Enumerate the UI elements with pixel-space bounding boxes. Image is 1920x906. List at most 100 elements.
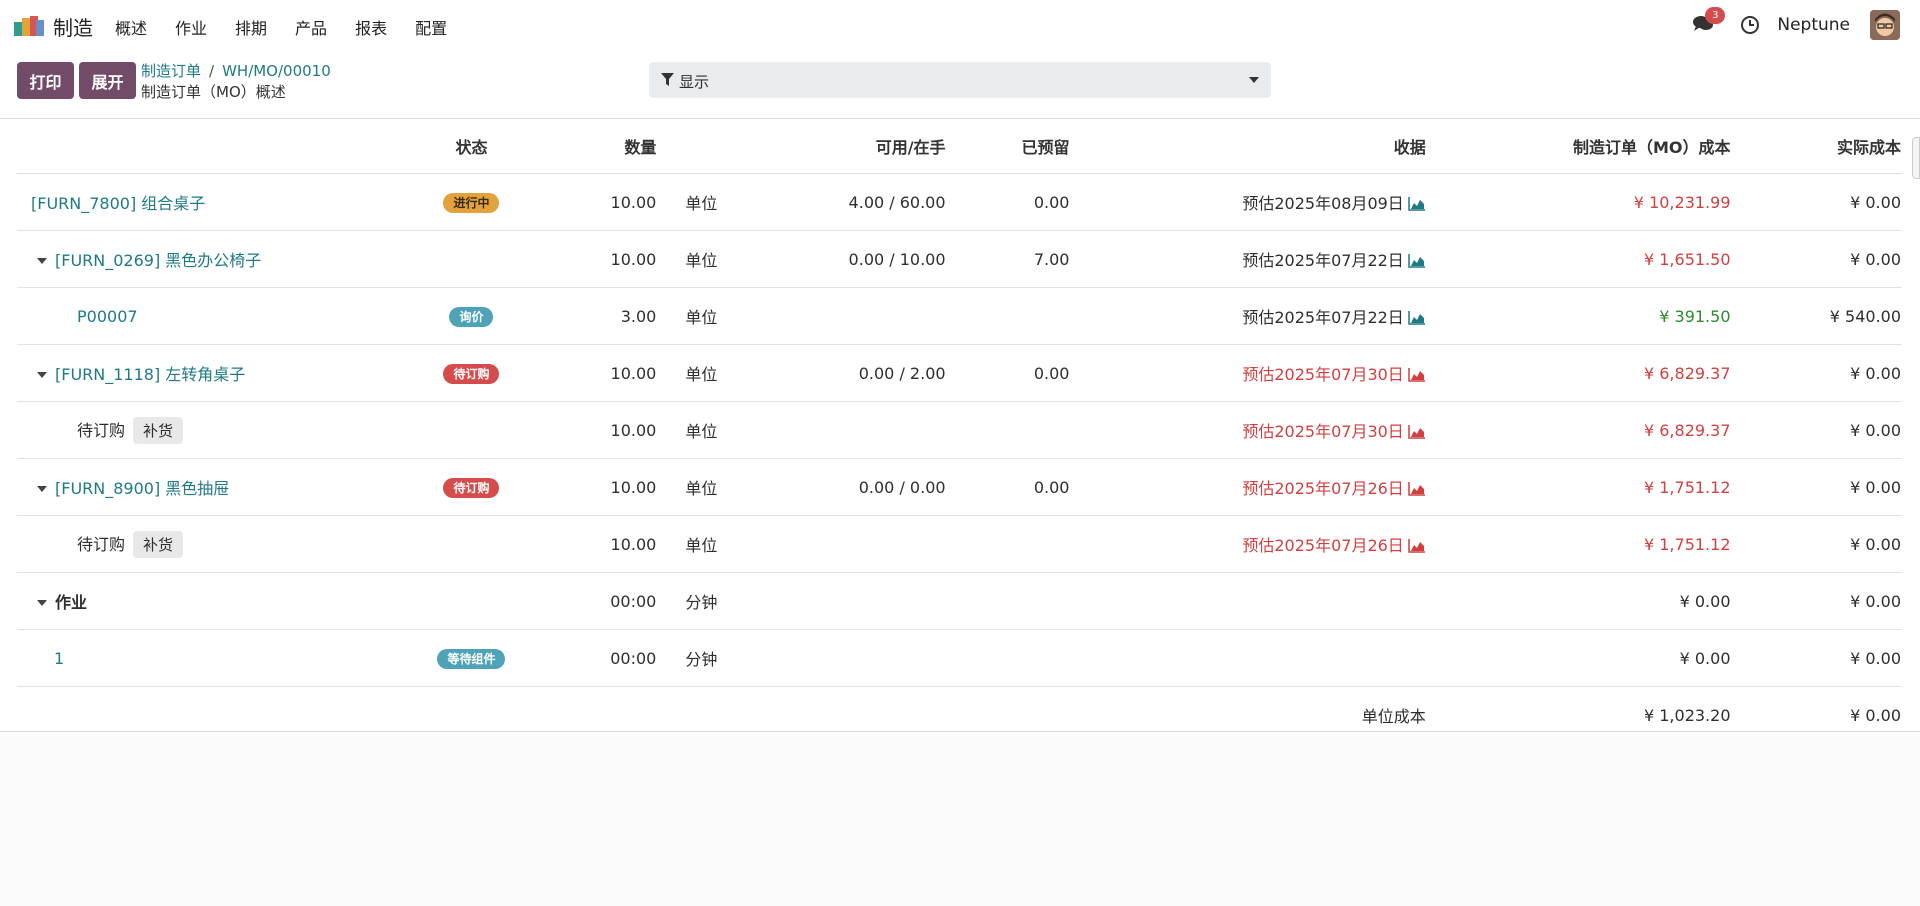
row-mo-cost: ¥ 1,751.12: [1426, 515, 1732, 573]
app-logo-icon[interactable]: [14, 14, 44, 36]
col-status: 状态: [409, 119, 534, 174]
table-row: 待订购 补货 10.00 单位 预估2025年07月26日 ¥ 1,751.12 …: [17, 515, 1902, 573]
row-available: 0.00 / 2.00: [739, 344, 947, 402]
row-mo-cost: ¥ 6,829.37: [1426, 401, 1732, 459]
table-row: 待订购 补货 10.00 单位 预估2025年07月30日 ¥ 6,829.37 …: [17, 401, 1902, 459]
menu-reporting[interactable]: 报表: [341, 15, 401, 39]
clock-icon[interactable]: [1740, 15, 1760, 35]
status-badge: 等待组件: [437, 648, 506, 669]
row-real-cost: ¥ 0.00: [1731, 344, 1902, 402]
menu-planning[interactable]: 排期: [221, 15, 281, 39]
replenish-tag[interactable]: 补货: [133, 416, 184, 444]
row-qty: 00:00: [533, 629, 658, 687]
row-operation-link[interactable]: 1: [54, 649, 64, 668]
chart-icon[interactable]: [1408, 311, 1426, 325]
row-real-cost: ¥ 0.00: [1731, 629, 1902, 687]
chart-icon[interactable]: [1408, 482, 1426, 496]
unit-real-cost: ¥ 0.00: [1850, 705, 1901, 725]
row-product-link[interactable]: [FURN_0269] 黑色办公椅子: [55, 251, 261, 270]
table-footer-row: 单位成本 ¥ 1,023.20 ¥ 0.00: [17, 687, 1902, 744]
row-real-cost: ¥ 0.00: [1731, 230, 1902, 288]
row-mo-cost: ¥ 10,231.99: [1426, 173, 1732, 231]
scrollbar[interactable]: [1912, 137, 1920, 179]
row-receipt: 预估2025年08月09日: [1242, 194, 1404, 213]
row-available: [739, 287, 947, 345]
row-receipt: 预估2025年07月26日: [1242, 479, 1404, 498]
chart-icon[interactable]: [1408, 197, 1426, 211]
replenish-tag[interactable]: 补货: [133, 530, 184, 558]
row-receipt: 预估2025年07月22日: [1242, 308, 1404, 327]
filter-label: 显示: [679, 73, 710, 91]
table-row: [FURN_7800] 组合桌子 进行中 10.00 单位 4.00 / 60.…: [17, 173, 1902, 231]
breadcrumb-separator: /: [209, 62, 215, 80]
col-real-cost: 实际成本: [1731, 119, 1902, 174]
menu-products[interactable]: 产品: [281, 15, 341, 39]
row-real-cost: ¥ 540.00: [1731, 287, 1902, 345]
row-product-link[interactable]: [FURN_8900] 黑色抽屉: [55, 479, 229, 498]
menu-overview[interactable]: 概述: [115, 15, 161, 39]
print-button[interactable]: 打印: [17, 62, 74, 99]
row-product-link[interactable]: P00007: [77, 307, 138, 326]
chart-icon[interactable]: [1408, 368, 1426, 382]
row-receipt: 预估2025年07月30日: [1242, 365, 1404, 384]
status-badge: 待订购: [443, 477, 500, 498]
row-real-cost: ¥ 0.00: [1731, 572, 1902, 630]
control-panel: 打印 展开 制造订单 / WH/MO/00010 制造订单（MO）概述 显示: [0, 50, 1920, 119]
col-receipt: 收据: [1070, 119, 1427, 174]
row-real-cost: ¥ 0.00: [1731, 458, 1902, 516]
row-product-link[interactable]: [FURN_1118] 左转角桌子: [55, 365, 245, 384]
row-qty: 3.00: [533, 287, 658, 345]
menu-configuration[interactable]: 配置: [401, 15, 461, 39]
status-badge: 询价: [449, 306, 494, 327]
row-real-cost: ¥ 0.00: [1731, 515, 1902, 573]
chart-icon[interactable]: [1408, 539, 1426, 553]
unit-cost-label: 单位成本: [1361, 707, 1426, 726]
chevron-down-icon[interactable]: [37, 258, 47, 264]
menu-operations[interactable]: 作业: [161, 15, 221, 39]
chevron-down-icon[interactable]: [37, 372, 47, 378]
row-real-cost: ¥ 0.00: [1731, 173, 1902, 231]
row-uom: 单位: [657, 515, 740, 573]
top-navbar: 制造 概述 作业 排期 产品 报表 配置 3 Neptune: [0, 0, 1920, 50]
row-mo-cost: ¥ 6,829.37: [1426, 344, 1732, 402]
row-uom: 分钟: [657, 629, 740, 687]
row-uom: 单位: [657, 458, 740, 516]
chevron-down-icon: [1249, 77, 1259, 83]
breadcrumb-current[interactable]: WH/MO/00010: [222, 62, 331, 80]
filter-icon: [661, 73, 674, 86]
row-mo-cost: ¥ 1,651.50: [1426, 230, 1732, 288]
chevron-down-icon[interactable]: [37, 600, 47, 606]
chevron-down-icon[interactable]: [37, 486, 47, 492]
row-available: 4.00 / 60.00: [739, 173, 947, 231]
user-name[interactable]: Neptune: [1777, 15, 1850, 35]
chat-button[interactable]: 3: [1692, 7, 1726, 36]
page-title: 制造订单（MO）概述: [141, 83, 286, 101]
main-menu: 概述 作业 排期 产品 报表 配置: [115, 15, 461, 39]
avatar[interactable]: [1870, 10, 1900, 40]
expand-button[interactable]: 展开: [79, 62, 136, 99]
row-qty: 00:00: [533, 572, 658, 630]
row-qty: 10.00: [533, 458, 658, 516]
row-reserved: 0.00: [946, 458, 1071, 516]
row-reserved: 0.00: [946, 173, 1071, 231]
row-reserved: 0.00: [946, 344, 1071, 402]
breadcrumb: 制造订单 / WH/MO/00010: [141, 60, 331, 81]
operations-section-label: 作业: [55, 593, 88, 612]
row-uom: 单位: [657, 401, 740, 459]
app-name[interactable]: 制造: [53, 12, 93, 41]
row-available: 0.00 / 10.00: [739, 230, 947, 288]
display-filter-dropdown[interactable]: 显示: [649, 62, 1271, 98]
table-row: 1 等待组件 00:00 分钟 ¥ 0.00 ¥ 0.00: [17, 629, 1902, 687]
col-quantity: 数量: [533, 119, 658, 174]
col-reserved: 已预留: [946, 119, 1071, 174]
chart-icon[interactable]: [1408, 254, 1426, 268]
table-row: [FURN_8900] 黑色抽屉 待订购 10.00 单位 0.00 / 0.0…: [17, 458, 1902, 516]
breadcrumb-parent[interactable]: 制造订单: [141, 62, 201, 80]
row-available: 0.00 / 0.00: [739, 458, 947, 516]
row-qty: 10.00: [533, 230, 658, 288]
row-qty: 10.00: [533, 173, 658, 231]
row-reserved: 7.00: [946, 230, 1071, 288]
row-product-link[interactable]: [FURN_7800] 组合桌子: [31, 194, 205, 213]
chart-icon[interactable]: [1408, 425, 1426, 439]
row-uom: 单位: [657, 173, 740, 231]
